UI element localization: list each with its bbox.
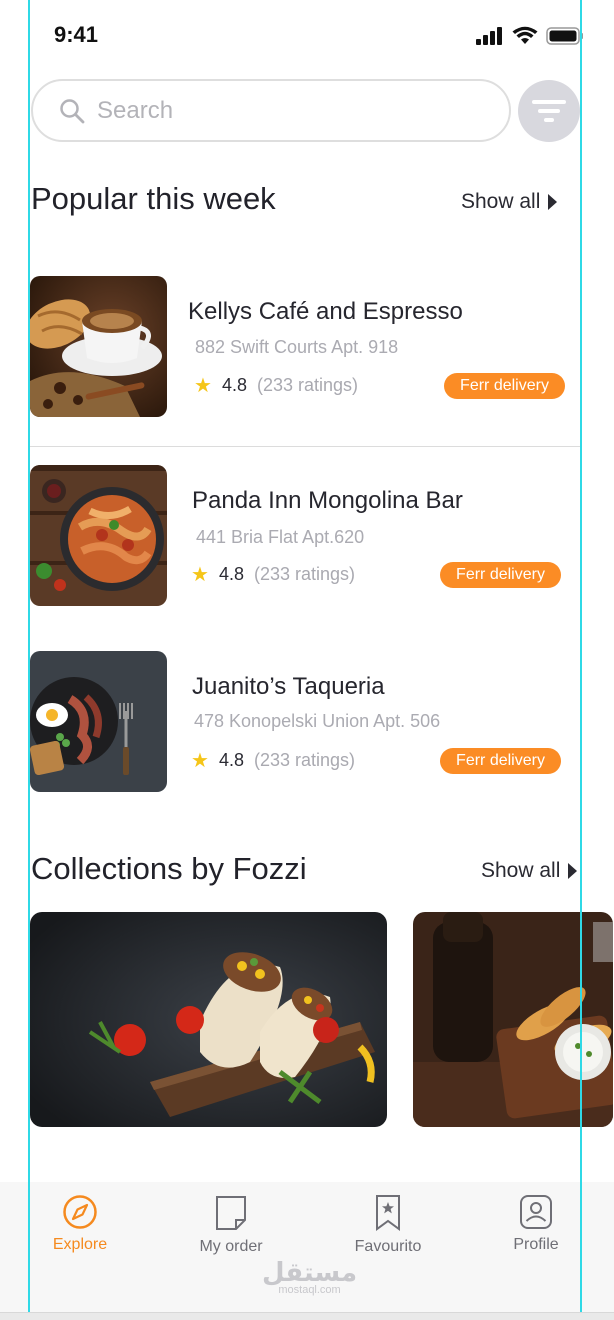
collections-show-all-link[interactable]: Show all	[481, 859, 578, 883]
restaurant-rating: ★ 4.8 (233 ratings)	[191, 562, 355, 587]
chevron-right-icon	[568, 863, 578, 879]
restaurant-name: Juanito’s Taqueria	[192, 673, 385, 700]
rating-value: 4.8	[221, 375, 247, 395]
restaurant-image-coffee	[30, 276, 167, 417]
cellular-signal-icon	[476, 26, 502, 45]
restaurant-address: 441 Bria Flat Apt.620	[196, 527, 365, 547]
collections-section-title: Collections by Fozzi	[31, 851, 307, 886]
battery-icon	[546, 26, 583, 45]
collection-card-burrito[interactable]	[30, 912, 387, 1127]
restaurant-card[interactable]: Juanito’s Taqueria 478 Konopelski Union …	[30, 651, 580, 793]
tab-label: Profile	[513, 1236, 559, 1253]
bookmark-star-icon	[376, 1195, 400, 1231]
collection-image	[413, 912, 613, 1127]
search-icon	[60, 98, 85, 123]
show-all-label: Show all	[481, 859, 561, 882]
layout-guide-left	[28, 0, 30, 1312]
frame-bottom-edge	[0, 1312, 614, 1320]
document-icon	[216, 1196, 246, 1230]
restaurant-card[interactable]: Kellys Café and Espresso 882 Swift Court…	[30, 276, 580, 418]
show-all-label: Show all	[461, 190, 541, 213]
restaurant-image-breakfast	[30, 651, 167, 792]
wifi-icon	[512, 26, 538, 44]
search-input[interactable]: Search	[31, 79, 511, 142]
star-icon: ★	[191, 564, 209, 586]
ratings-count: (233 ratings)	[253, 750, 356, 770]
tab-my-order[interactable]: My order	[176, 1194, 286, 1256]
chevron-right-icon	[548, 194, 558, 210]
filter-button[interactable]	[518, 80, 580, 142]
restaurant-name: Panda Inn Mongolina Bar	[192, 487, 463, 514]
star-icon: ★	[194, 375, 212, 397]
ratings-count: (233 ratings)	[253, 564, 356, 584]
delivery-badge: Ferr delivery	[444, 373, 565, 399]
restaurant-name: Kellys Café and Espresso	[188, 298, 463, 325]
restaurant-card[interactable]: Panda Inn Mongolina Bar 441 Bria Flat Ap…	[30, 465, 580, 607]
delivery-badge: Ferr delivery	[440, 748, 561, 774]
restaurant-address: 478 Konopelski Union Apt. 506	[194, 711, 441, 731]
filter-icon	[532, 100, 566, 122]
status-time: 9:41	[54, 22, 99, 47]
collection-image	[30, 912, 387, 1127]
tab-profile[interactable]: Profile	[481, 1194, 591, 1254]
collection-card-steak[interactable]	[413, 912, 613, 1127]
user-icon	[520, 1195, 552, 1229]
status-icons	[476, 26, 584, 45]
tab-explore[interactable]: Explore	[25, 1194, 135, 1254]
restaurant-image-pasta	[30, 465, 167, 606]
rating-value: 4.8	[218, 750, 244, 770]
star-icon: ★	[191, 750, 209, 772]
popular-section-title: Popular this week	[31, 181, 276, 216]
popular-show-all-link[interactable]: Show all	[461, 190, 558, 214]
search-placeholder: Search	[97, 96, 174, 124]
tab-label: My order	[199, 1238, 263, 1255]
compass-icon	[63, 1195, 97, 1229]
delivery-badge: Ferr delivery	[440, 562, 561, 588]
rating-value: 4.8	[218, 564, 244, 584]
tab-favourito[interactable]: Favourito	[333, 1194, 443, 1256]
watermark: مستقل mostaql.com	[262, 1258, 357, 1296]
app-screen: 9:41 Search Popular this week Show all K…	[0, 0, 614, 1320]
restaurant-rating: ★ 4.8 (233 ratings)	[191, 748, 355, 773]
restaurant-address: 882 Swift Courts Apt. 918	[195, 337, 399, 357]
ratings-count: (233 ratings)	[256, 375, 359, 395]
divider	[30, 446, 580, 447]
tab-label: Favourito	[354, 1238, 422, 1255]
layout-guide-right	[580, 0, 582, 1312]
tab-label: Explore	[52, 1236, 108, 1253]
restaurant-rating: ★ 4.8 (233 ratings)	[194, 373, 358, 398]
